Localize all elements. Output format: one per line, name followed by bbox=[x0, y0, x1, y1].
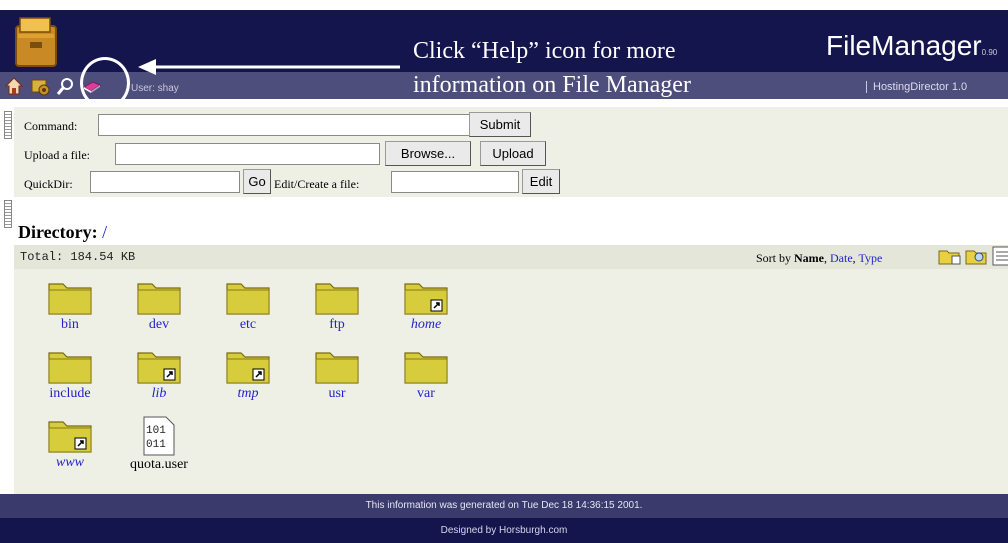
sort-options: Sort by Name, Date, Type bbox=[756, 251, 883, 265]
folder-icon bbox=[48, 283, 92, 315]
footer-designed-by: Designed by Horsburgh.com bbox=[440, 525, 568, 536]
edit-create-input[interactable] bbox=[391, 171, 519, 193]
folder-link-icon bbox=[226, 352, 270, 384]
edit-button[interactable]: Edit bbox=[522, 169, 560, 194]
sort-by-name: Name bbox=[794, 251, 825, 265]
folder-entry[interactable]: lib bbox=[123, 347, 195, 402]
folder-entry[interactable]: www bbox=[34, 416, 106, 471]
entry-name[interactable]: www bbox=[34, 455, 106, 471]
upload-button[interactable]: Upload bbox=[480, 141, 546, 166]
sort-by-label: Sort by bbox=[756, 251, 792, 265]
folder-icon bbox=[315, 283, 359, 315]
file-listing: bin dev etc ftp home include lib tmp usr var www 10… bbox=[14, 269, 1008, 494]
folder-entry[interactable]: tmp bbox=[212, 347, 284, 402]
binary-file-icon: 101011 bbox=[143, 416, 175, 456]
folder-entry[interactable]: ftp bbox=[301, 278, 373, 333]
panel-grip-handle[interactable] bbox=[4, 111, 12, 139]
folder-icon bbox=[48, 352, 92, 384]
file-entry[interactable]: 101 011 quota.user bbox=[123, 416, 195, 473]
command-input[interactable] bbox=[98, 114, 478, 136]
svg-text:101: 101 bbox=[146, 425, 166, 437]
directory-heading-label: Directory: bbox=[18, 222, 98, 242]
entry-name[interactable]: var bbox=[390, 386, 462, 402]
app-title: FileManager0.90 bbox=[826, 30, 997, 62]
sort-by-date-link[interactable]: Date bbox=[830, 251, 853, 265]
help-highlight-circle bbox=[80, 57, 130, 109]
command-label: Command: bbox=[24, 119, 78, 133]
settings-icon[interactable] bbox=[30, 76, 50, 96]
folder-link-icon bbox=[404, 283, 448, 315]
browse-button[interactable]: Browse... bbox=[385, 141, 471, 166]
folder-link-icon bbox=[137, 352, 181, 384]
entry-name[interactable]: dev bbox=[123, 317, 195, 333]
folder-entry[interactable]: include bbox=[34, 347, 106, 402]
folder-entry[interactable]: var bbox=[390, 347, 462, 402]
folder-entry[interactable]: dev bbox=[123, 278, 195, 333]
folder-entry[interactable]: usr bbox=[301, 347, 373, 402]
app-version: 0.90 bbox=[981, 48, 998, 57]
entry-name[interactable]: tmp bbox=[212, 386, 284, 402]
file-manager-logo-icon bbox=[15, 17, 57, 67]
entry-name[interactable]: lib bbox=[123, 386, 195, 402]
directory-heading: Directory: / bbox=[18, 222, 107, 243]
folder-icon bbox=[404, 352, 448, 384]
view-icons bbox=[938, 246, 1008, 266]
edit-create-label: Edit/Create a file: bbox=[274, 177, 360, 191]
user-label: User: shay bbox=[131, 83, 179, 94]
entry-name[interactable]: usr bbox=[301, 386, 373, 402]
upload-file-input[interactable] bbox=[115, 143, 380, 165]
directory-grip-handle[interactable] bbox=[4, 200, 12, 228]
footer-generated-text: This information was generated on Tue De… bbox=[0, 494, 1008, 518]
annotation-text-line-1: Click “Help” icon for more bbox=[413, 38, 676, 64]
sort-by-type-link[interactable]: Type bbox=[858, 251, 882, 265]
entry-name[interactable]: etc bbox=[212, 317, 284, 333]
submit-button[interactable]: Submit bbox=[469, 112, 531, 137]
folder-link-icon bbox=[48, 421, 92, 453]
folder-icon bbox=[226, 283, 270, 315]
quickdir-label: QuickDir: bbox=[24, 177, 73, 191]
hosting-director-label: HostingDirector 1.0 bbox=[866, 81, 967, 93]
home-icon[interactable] bbox=[4, 76, 24, 96]
go-button[interactable]: Go bbox=[243, 169, 271, 194]
upload-label: Upload a file: bbox=[24, 148, 90, 162]
list-view-icon[interactable] bbox=[992, 246, 1008, 266]
search-icon[interactable] bbox=[56, 76, 76, 96]
svg-text:011: 011 bbox=[146, 439, 166, 451]
app-title-text: FileManager bbox=[826, 30, 982, 61]
folder-entry[interactable]: home bbox=[390, 278, 462, 333]
entry-name[interactable]: quota.user bbox=[123, 457, 195, 473]
folder-icon bbox=[137, 283, 181, 315]
find-folder-icon[interactable] bbox=[965, 246, 989, 266]
directory-path-link[interactable]: / bbox=[102, 222, 107, 242]
folder-icon bbox=[315, 352, 359, 384]
command-panel: Command: Submit Upload a file: Browse...… bbox=[14, 107, 1008, 197]
annotation-arrow bbox=[138, 59, 400, 75]
directory-info-bar: Total: 184.54 KB Sort by Name, Date, Typ… bbox=[14, 245, 1008, 269]
folder-entry[interactable]: bin bbox=[34, 278, 106, 333]
entry-name[interactable]: ftp bbox=[301, 317, 373, 333]
folder-entry[interactable]: etc bbox=[212, 278, 284, 333]
directory-total-size: Total: 184.54 KB bbox=[20, 250, 136, 264]
entry-name[interactable]: include bbox=[34, 386, 106, 402]
quickdir-input[interactable] bbox=[90, 171, 240, 193]
entry-name[interactable]: home bbox=[390, 317, 462, 333]
entry-name[interactable]: bin bbox=[34, 317, 106, 333]
new-folder-icon[interactable] bbox=[938, 246, 962, 266]
annotation-text-line-2: information on File Manager bbox=[413, 72, 691, 98]
